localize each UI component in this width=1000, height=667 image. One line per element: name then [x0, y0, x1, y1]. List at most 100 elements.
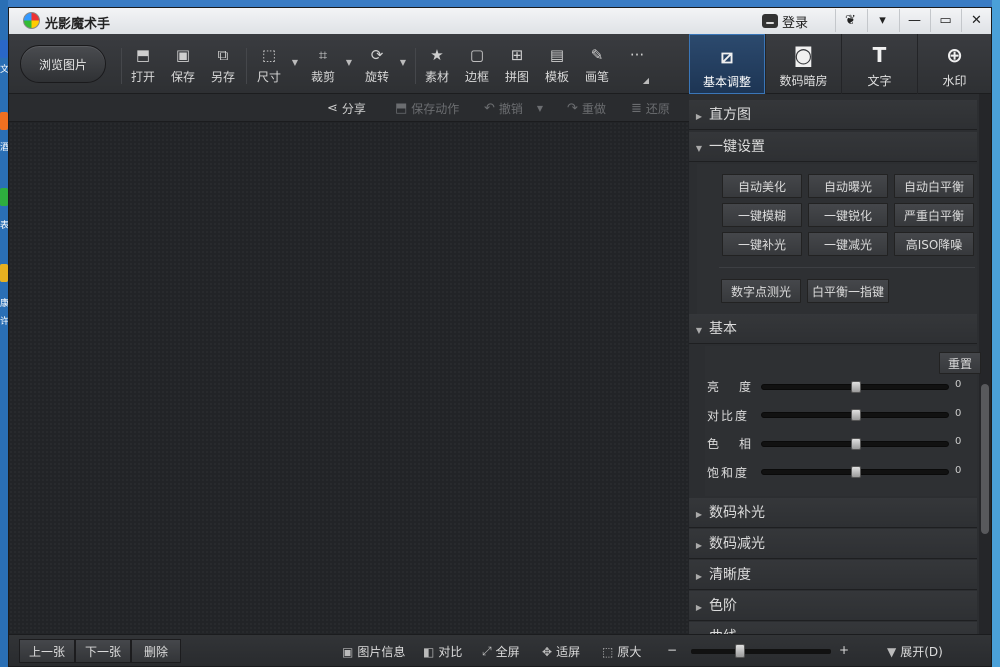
fit-screen-button[interactable]: ✥ 适屏 [542, 643, 580, 660]
section-one-click[interactable]: ▼ 一键设置 [689, 132, 977, 162]
image-info-button[interactable]: ▣ 图片信息 [342, 643, 405, 660]
rotate-dropdown-icon[interactable]: ▼ [398, 58, 408, 67]
delete-image-button[interactable]: 删除 [131, 639, 181, 663]
browse-images-button[interactable]: 浏览图片 [20, 45, 106, 83]
zoom-out-button[interactable]: − [667, 643, 677, 657]
tab-text[interactable]: T 文字 [841, 34, 917, 94]
menu-dropdown-button[interactable]: ▾ [867, 9, 897, 32]
undo-dropdown-icon[interactable]: ▼ [537, 104, 543, 113]
toolbar-expand-icon[interactable]: ◢ [641, 76, 651, 85]
tool-save-as[interactable]: ⧉ 另存 [203, 42, 243, 90]
one-click-reduce-light-button[interactable]: 一键减光 [808, 232, 888, 256]
section-levels[interactable]: ▶ 色阶 [689, 591, 977, 621]
tool-border[interactable]: ▢ 边框 [457, 42, 497, 90]
tab-label: 水印 [942, 74, 967, 88]
login-button[interactable]: 登录 [762, 11, 808, 31]
contrast-slider[interactable] [761, 409, 949, 421]
desktop-label-5: 许 [0, 317, 8, 327]
fullscreen-button[interactable]: ⤢ 全屏 [482, 643, 520, 660]
tool-resize[interactable]: ⬚ 尺寸 [249, 42, 289, 90]
expand-arrow-icon: ▶ [695, 572, 703, 581]
brightness-value: 0 [955, 379, 962, 390]
section-histogram[interactable]: ▶ 直方图 [689, 100, 977, 130]
tool-brush[interactable]: ✎ 画笔 [577, 42, 617, 90]
section-clarity[interactable]: ▶ 清晰度 [689, 560, 977, 590]
close-button[interactable]: ✕ [961, 9, 991, 32]
basic-reset-button[interactable]: 重置 [939, 352, 981, 374]
expand-arrow-icon: ▶ [695, 112, 703, 121]
white-balance-picker-button[interactable]: 白平衡一指键 [807, 279, 889, 303]
resize-dropdown-icon[interactable]: ▼ [290, 58, 300, 67]
tool-material[interactable]: ★ 素材 [417, 42, 457, 90]
tool-template[interactable]: ▤ 模板 [537, 42, 577, 90]
prev-image-button[interactable]: 上一张 [19, 639, 75, 663]
minimize-button[interactable]: — [899, 9, 929, 32]
one-click-fill-light-button[interactable]: 一键补光 [722, 232, 802, 256]
share-button[interactable]: ⋖ 分享 [327, 100, 366, 116]
auto-beautify-button[interactable]: 自动美化 [722, 174, 802, 198]
desktop-label-2: 酒 [0, 143, 8, 153]
brightness-slider[interactable] [761, 381, 949, 393]
next-image-button[interactable]: 下一张 [75, 639, 131, 663]
spot-metering-button[interactable]: 数字点测光 [721, 279, 801, 303]
tool-rotate[interactable]: ⟳ 旋转 [357, 42, 397, 90]
watermark-icon: ⊕ [946, 43, 963, 67]
desktop-right-strip [992, 0, 1000, 667]
compare-button[interactable]: ◧ 对比 [423, 643, 462, 660]
resize-icon: ⬚ [261, 46, 277, 64]
panel-scrollbar-thumb[interactable] [981, 384, 989, 534]
tool-open[interactable]: ⬒ 打开 [123, 42, 163, 90]
restore-button[interactable]: ≣ 还原 [631, 100, 670, 116]
image-canvas[interactable] [9, 122, 689, 634]
brightness-label: 亮 度 [707, 380, 756, 394]
one-click-sharpen-button[interactable]: 一键锐化 [808, 203, 888, 227]
hue-slider[interactable] [761, 438, 949, 450]
hue-thumb[interactable] [851, 438, 861, 450]
fullscreen-icon: ⤢ [482, 644, 492, 658]
section-basic[interactable]: ▼ 基本 [689, 314, 977, 344]
tool-crop[interactable]: ⌗ 裁剪 [303, 42, 343, 90]
tab-watermark[interactable]: ⊕ 水印 [917, 34, 991, 94]
redo-button[interactable]: ↷ 重做 [567, 100, 606, 116]
high-iso-denoise-button[interactable]: 高ISO降噪 [894, 232, 974, 256]
desktop-icon-4 [0, 264, 8, 282]
tab-digital-darkroom[interactable]: ◙ 数码暗房 [765, 34, 841, 94]
expand-button[interactable]: ▼ 展开(D) [887, 643, 943, 660]
section-digital-fill-light[interactable]: ▶ 数码补光 [689, 498, 977, 528]
zoom-slider-thumb[interactable] [735, 644, 745, 658]
desktop-icon-3 [0, 188, 8, 206]
expand-arrow-icon: ▶ [695, 510, 703, 519]
tab-basic-adjust[interactable]: ⧄ 基本调整 [689, 34, 765, 94]
collage-icon: ⊞ [510, 46, 524, 64]
compare-icon: ◧ [423, 644, 435, 659]
saturation-thumb[interactable] [851, 466, 861, 478]
zoom-in-button[interactable]: + [839, 643, 849, 657]
section-title: 基本 [709, 321, 737, 337]
skin-button[interactable]: ❦ [835, 9, 865, 32]
camera-icon: ◙ [793, 43, 814, 67]
saturation-label: 饱和度 [707, 466, 750, 480]
saturation-slider[interactable] [761, 466, 949, 478]
hue-label: 色 相 [707, 437, 756, 451]
zoom-slider[interactable] [691, 644, 831, 658]
template-icon: ▤ [549, 46, 565, 64]
section-digital-reduce-light[interactable]: ▶ 数码减光 [689, 529, 977, 559]
auto-exposure-button[interactable]: 自动曝光 [808, 174, 888, 198]
save-action-button[interactable]: ⬒ 保存动作 [395, 100, 459, 116]
tool-save[interactable]: ▣ 保存 [163, 42, 203, 90]
maximize-button[interactable]: ▭ [930, 9, 960, 32]
edit-icon: ⧄ [720, 44, 734, 68]
undo-button[interactable]: ↶ 撤销 ▼ [484, 100, 543, 116]
brightness-thumb[interactable] [851, 381, 861, 393]
title-bar[interactable]: 光影魔术手 登录 ❦ ▾ — ▭ ✕ [9, 8, 991, 34]
original-size-button[interactable]: ⬚ 原大 [602, 643, 641, 660]
crop-dropdown-icon[interactable]: ▼ [344, 58, 354, 67]
severe-white-balance-button[interactable]: 严重白平衡 [894, 203, 974, 227]
tool-collage[interactable]: ⊞ 拼图 [497, 42, 537, 90]
tool-more[interactable]: ··· [617, 42, 657, 90]
auto-white-balance-button[interactable]: 自动白平衡 [894, 174, 974, 198]
section-curves[interactable]: ▶曲线 [689, 622, 977, 634]
expand-arrow-icon: ▼ [887, 644, 897, 659]
one-click-blur-button[interactable]: 一键模糊 [722, 203, 802, 227]
contrast-thumb[interactable] [851, 409, 861, 421]
